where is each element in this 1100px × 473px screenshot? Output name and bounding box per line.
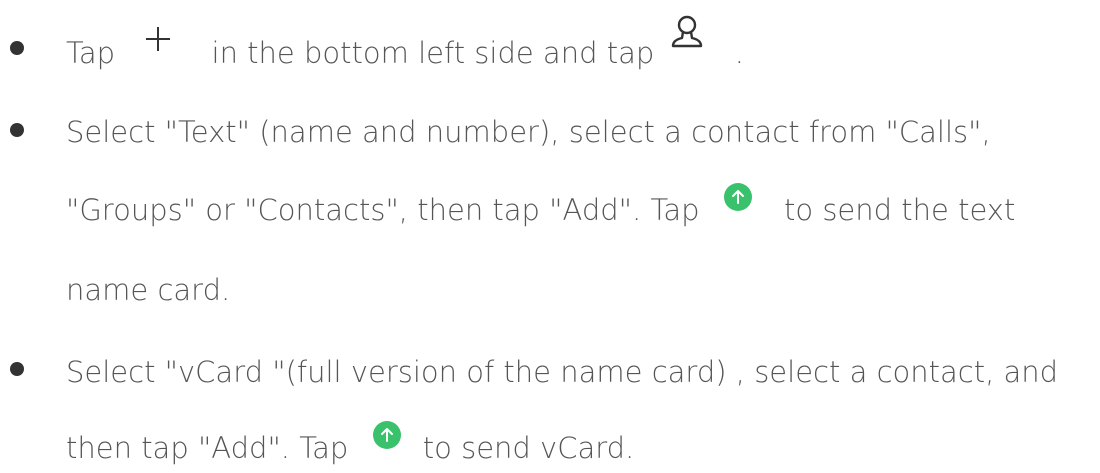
- instruction-list: Tap in the bottom left side and tap . Se…: [0, 0, 1100, 473]
- text-line: Select "Text" (name and number), select …: [66, 110, 991, 150]
- text-segment: Tap: [66, 36, 116, 70]
- text-segment: name card.: [66, 273, 231, 307]
- text-segment: then tap "Add". Tap: [66, 431, 349, 465]
- text-line: Tap in the bottom left side and tap .: [66, 15, 744, 70]
- send-icon: [372, 420, 402, 460]
- text-segment: .: [734, 36, 744, 70]
- text-line: Select "vCard "(full version of the name…: [66, 350, 1058, 390]
- bullet-icon: [10, 123, 24, 137]
- text-segment: Select "Text" (name and number), select …: [66, 115, 991, 149]
- text-segment: "Groups" or "Contacts", then tap "Add". …: [66, 193, 700, 227]
- text-segment: to send the text: [783, 193, 1016, 227]
- bullet-icon: [10, 362, 24, 376]
- text-segment: to send vCard.: [422, 431, 635, 465]
- bullet-icon: [10, 41, 24, 55]
- person-icon: [667, 12, 707, 62]
- text-line: then tap "Add". Tap to send vCard.: [66, 421, 635, 466]
- text-segment: Select "vCard "(full version of the name…: [66, 355, 1059, 389]
- text-line: name card.: [66, 268, 230, 308]
- text-line: "Groups" or "Contacts", then tap "Add". …: [66, 183, 1016, 228]
- send-icon: [723, 182, 753, 222]
- text-segment: in the bottom left side and tap: [211, 36, 655, 70]
- plus-icon: [144, 23, 172, 63]
